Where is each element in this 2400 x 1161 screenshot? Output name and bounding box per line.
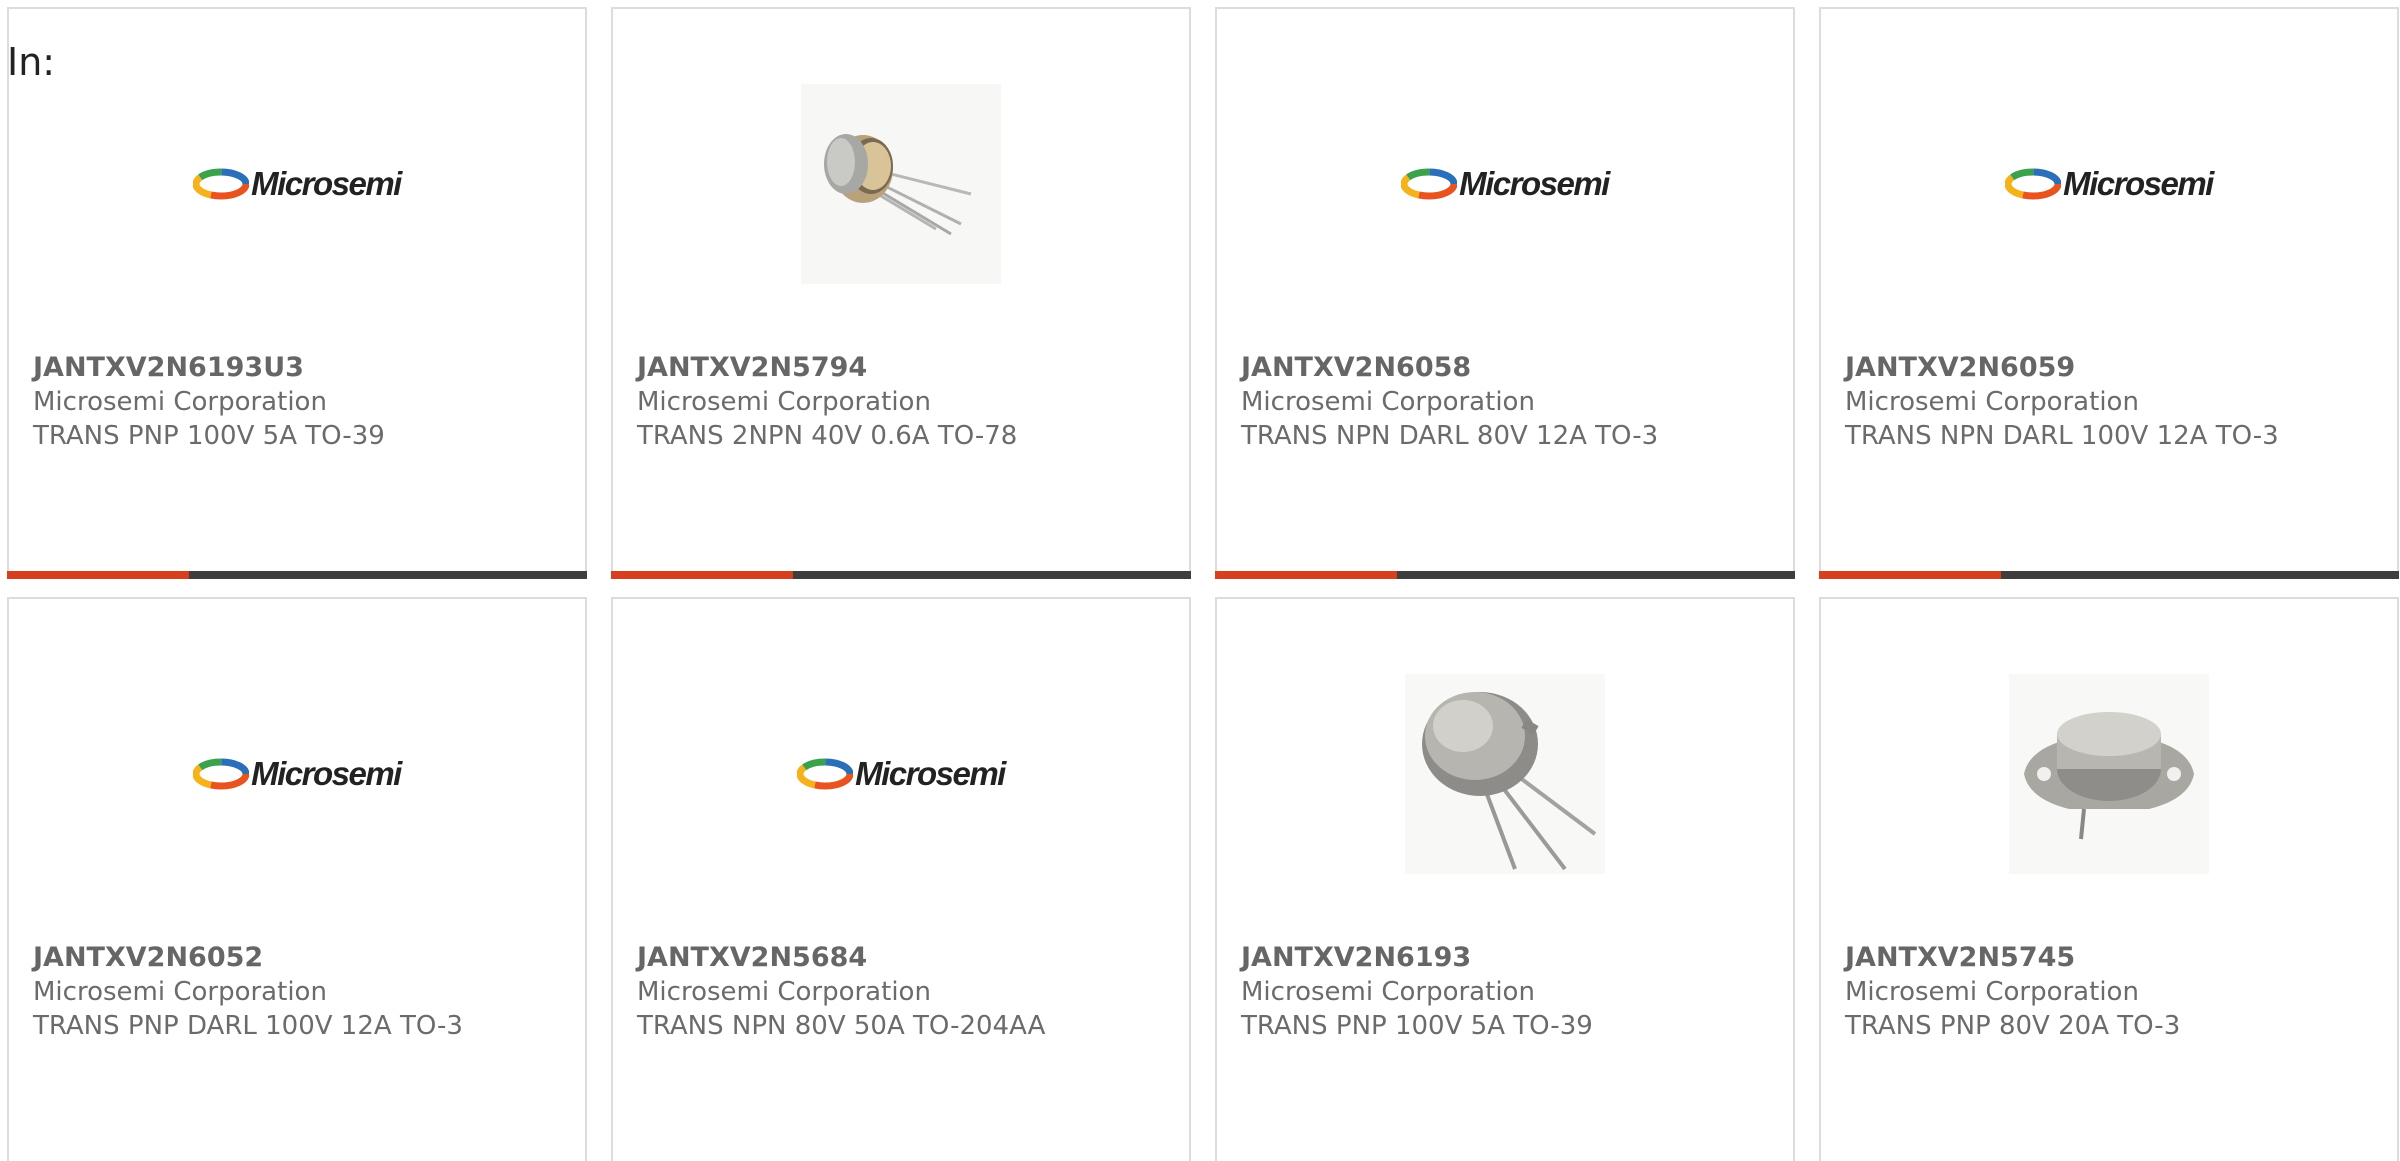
card-footer-bar [7,571,587,579]
product-image [613,79,1189,289]
part-number-link[interactable]: JANTXV2N5684 [637,941,1179,975]
manufacturer: Microsemi Corporation [637,977,931,1007]
product-description: TRANS NPN DARL 100V 12A TO-3 [1845,421,2279,451]
card-footer-bar [1819,571,2399,579]
product-description: TRANS NPN 80V 50A TO-204AA [637,1011,1046,1041]
logo-wordmark: Microsemi [251,755,402,792]
manufacturer: Microsemi Corporation [33,977,327,1007]
logo-wordmark: Microsemi [251,165,402,202]
part-number-link[interactable]: JANTXV2N6058 [1241,351,1783,385]
manufacturer: Microsemi Corporation [1241,977,1535,1007]
card-accent [1819,571,2001,579]
logo-wordmark: Microsemi [1459,165,1610,202]
part-number-link[interactable]: JANTXV2N6193 [1241,941,1783,975]
card-footer-bar [611,571,1191,579]
manufacturer: Microsemi Corporation [1845,387,2139,417]
product-card[interactable]: JANTXV2N6193 Microsemi Corporation TRANS… [1215,597,1795,1161]
product-card[interactable]: JANTXV2N5745 Microsemi Corporation TRANS… [1819,597,2399,1161]
microsemi-swirl-icon [797,758,854,790]
microsemi-logo: Microsemi [797,755,1006,793]
manufacturer: Microsemi Corporation [637,387,931,417]
microsemi-swirl-icon [1401,168,1458,200]
product-description: TRANS NPN DARL 80V 12A TO-3 [1241,421,1659,451]
part-number-link[interactable]: JANTXV2N5794 [637,351,1179,385]
product-image: Microsemi [613,669,1189,879]
product-image [1217,669,1793,879]
product-image: Microsemi [1821,79,2397,289]
card-footer-bar [1215,571,1795,579]
product-image: Microsemi [9,79,585,289]
microsemi-swirl-icon [193,168,250,200]
product-card[interactable]: JANTXV2N5794 Microsemi Corporation TRANS… [611,7,1191,579]
manufacturer: Microsemi Corporation [33,387,327,417]
product-card[interactable]: Microsemi JANTXV2N6193U3 Microsemi Corpo… [7,7,587,579]
part-number-link[interactable]: JANTXV2N5745 [1845,941,2387,975]
product-description: TRANS 2NPN 40V 0.6A TO-78 [637,421,1018,451]
microsemi-swirl-icon [2005,168,2062,200]
part-number-link[interactable]: JANTXV2N6193U3 [33,351,575,385]
part-number-link[interactable]: JANTXV2N6052 [33,941,575,975]
product-description: TRANS PNP DARL 100V 12A TO-3 [33,1011,463,1041]
microsemi-logo: Microsemi [1401,165,1610,203]
product-image: Microsemi [1217,79,1793,289]
logo-wordmark: Microsemi [855,755,1006,792]
manufacturer: Microsemi Corporation [1845,977,2139,1007]
in-filter-label: In: [7,40,56,84]
microsemi-logo: Microsemi [2005,165,2214,203]
product-card[interactable]: Microsemi JANTXV2N5684 Microsemi Corpora… [611,597,1191,1161]
product-description: TRANS PNP 100V 5A TO-39 [33,421,385,451]
manufacturer: Microsemi Corporation [1241,387,1535,417]
product-image: Microsemi [9,669,585,879]
to-39-can-transistor-photo [1405,674,1605,874]
search-results-page: In: Microsemi JANTXV2N6193U3 Microsemi C… [0,0,2400,1161]
card-accent [611,571,793,579]
product-card[interactable]: Microsemi JANTXV2N6058 Microsemi Corpora… [1215,7,1795,579]
to-3-transistor-photo [2009,674,2209,874]
product-description: TRANS PNP 80V 20A TO-3 [1845,1011,2181,1041]
microsemi-logo: Microsemi [193,755,402,793]
microsemi-swirl-icon [193,758,250,790]
product-description: TRANS PNP 100V 5A TO-39 [1241,1011,1593,1041]
card-accent [1215,571,1397,579]
microsemi-logo: Microsemi [193,165,402,203]
product-grid: Microsemi JANTXV2N6193U3 Microsemi Corpo… [7,7,2399,1161]
card-accent [7,571,189,579]
to-78-can-transistor-photo [801,84,1001,284]
product-card[interactable]: Microsemi JANTXV2N6059 Microsemi Corpora… [1819,7,2399,579]
product-card[interactable]: Microsemi JANTXV2N6052 Microsemi Corpora… [7,597,587,1161]
product-image [1821,669,2397,879]
part-number-link[interactable]: JANTXV2N6059 [1845,351,2387,385]
logo-wordmark: Microsemi [2063,165,2214,202]
